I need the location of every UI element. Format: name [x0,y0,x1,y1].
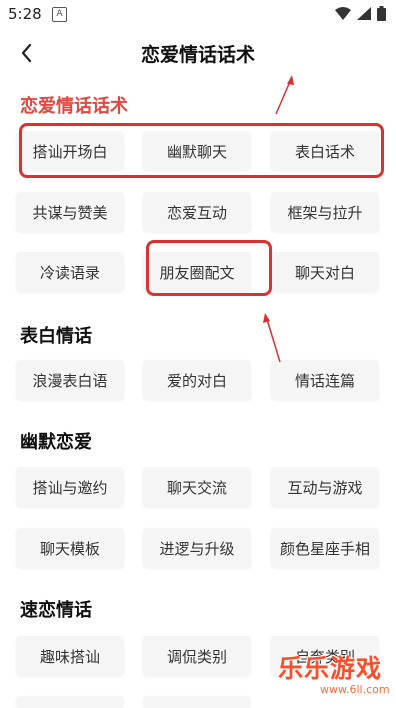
arrow-up-icon [275,75,294,115]
watermark-text: 乐乐游戏 [278,654,383,683]
arrow-down-icon [263,313,281,363]
annotation-arrows [263,75,294,363]
watermark-logo: 乐乐游戏 www.6ll.com [278,649,396,704]
watermark-url: www.6ll.com [320,683,390,696]
